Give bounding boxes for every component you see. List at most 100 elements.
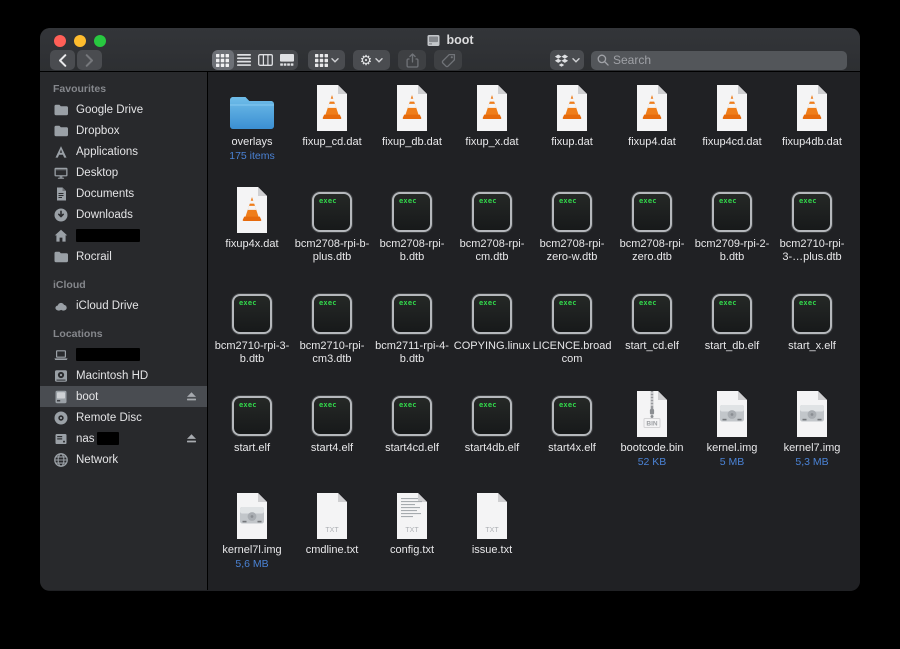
back-button[interactable] [50, 50, 75, 70]
file-item[interactable]: fixup4cd.dat [692, 84, 772, 186]
vlc-file-icon [792, 84, 832, 132]
file-item[interactable]: execstart_db.elf [692, 288, 772, 390]
sidebar-item-downloads[interactable]: Downloads [40, 204, 207, 225]
network-icon [53, 452, 69, 468]
eject-button[interactable] [186, 391, 197, 402]
file-view[interactable]: overlays175 items fixup_cd.dat fixup_db.… [208, 72, 860, 590]
dropbox-menu-button[interactable] [550, 50, 584, 70]
gallery-view-button[interactable] [277, 50, 299, 70]
file-item[interactable]: TXTcmdline.txt [292, 492, 372, 591]
file-item[interactable]: TXTconfig.txt [372, 492, 452, 591]
eject-icon [186, 433, 197, 444]
sidebar-item-rocrail[interactable]: Rocrail [40, 246, 207, 267]
file-size: 5,3 MB [795, 456, 828, 468]
file-item[interactable]: kernel7l.img5,6 MB [212, 492, 292, 591]
file-item[interactable]: execstart4db.elf [452, 390, 532, 492]
sidebar-item-documents[interactable]: Documents [40, 183, 207, 204]
file-name: start_cd.elf [625, 340, 679, 353]
file-item[interactable]: fixup.dat [532, 84, 612, 186]
file-item[interactable]: execLICENCE.broadcom [532, 288, 612, 390]
file-item[interactable]: execstart4cd.elf [372, 390, 452, 492]
column-view-button[interactable] [255, 50, 277, 70]
group-by-button[interactable] [308, 50, 345, 70]
file-name: fixup.dat [551, 136, 593, 149]
file-item[interactable]: execbcm2708-rpi-b-plus.dtb [292, 186, 372, 288]
exec-file-icon: exec [552, 396, 592, 436]
sidebar-item-nas[interactable]: nas [40, 428, 207, 449]
list-view-button[interactable] [234, 50, 256, 70]
sidebar-item-dropbox[interactable]: Dropbox [40, 120, 207, 141]
tag-button[interactable] [434, 50, 462, 70]
file-item[interactable]: kernel7.img5,3 MB [772, 390, 852, 492]
sidebar-item-icloud-drive[interactable]: iCloud Drive [40, 295, 207, 316]
tag-icon [441, 53, 456, 68]
exec-file-icon: exec [392, 192, 432, 232]
file-icon-wrap: exec [312, 390, 352, 438]
file-item[interactable]: execbcm2710-rpi-3-b.dtb [212, 288, 292, 390]
file-item[interactable]: execstart.elf [212, 390, 292, 492]
action-menu-button[interactable]: ⚙ [353, 50, 390, 70]
icon-view-button[interactable] [212, 50, 234, 70]
file-item[interactable]: BINbootcode.bin52 KB [612, 390, 692, 492]
view-mode-segmented-control [212, 50, 298, 70]
redacted-label [76, 348, 140, 361]
sidebar: FavouritesGoogle DriveDropboxApplication… [40, 72, 208, 590]
sidebar-item-network[interactable]: Network [40, 449, 207, 470]
exec-file-icon: exec [232, 294, 272, 334]
proxy-drive-icon[interactable] [426, 34, 441, 47]
file-item[interactable]: fixup4.dat [612, 84, 692, 186]
search-input[interactable] [613, 53, 841, 67]
file-icon-wrap [552, 84, 592, 132]
file-item[interactable]: execbcm2709-rpi-2-b.dtb [692, 186, 772, 288]
file-item[interactable]: fixup_cd.dat [292, 84, 372, 186]
file-item[interactable]: fixup_db.dat [372, 84, 452, 186]
file-name: kernel.img [707, 442, 758, 455]
file-item[interactable]: fixup4db.dat [772, 84, 852, 186]
vlc-file-icon [632, 84, 672, 132]
internal-drive-icon [53, 368, 69, 384]
column-view-icon [258, 54, 273, 66]
file-name: COPYING.linux [454, 340, 530, 353]
sidebar-item-redacted[interactable] [40, 225, 207, 246]
file-name: fixup4x.dat [225, 238, 278, 251]
file-item[interactable]: execstart_x.elf [772, 288, 852, 390]
file-item[interactable]: execstart_cd.elf [612, 288, 692, 390]
file-item[interactable]: overlays175 items [212, 84, 292, 186]
sidebar-item-google-drive[interactable]: Google Drive [40, 99, 207, 120]
disc-icon [53, 410, 69, 426]
sidebar-item-desktop[interactable]: Desktop [40, 162, 207, 183]
sidebar-item-remote-disc[interactable]: Remote Disc [40, 407, 207, 428]
share-button[interactable] [398, 50, 426, 70]
file-item[interactable]: execbcm2708-rpi-cm.dtb [452, 186, 532, 288]
eject-icon [186, 391, 197, 402]
file-item[interactable]: execCOPYING.linux [452, 288, 532, 390]
sidebar-item-label: Desktop [76, 167, 118, 179]
file-item[interactable]: fixup_x.dat [452, 84, 532, 186]
titlebar[interactable]: boot [40, 28, 860, 48]
sidebar-item-applications[interactable]: Applications [40, 141, 207, 162]
sidebar-item-redacted[interactable] [40, 344, 207, 365]
sidebar-item-macintosh-hd[interactable]: Macintosh HD [40, 365, 207, 386]
exec-file-icon: exec [232, 396, 272, 436]
search-field[interactable] [591, 51, 847, 70]
file-icon-wrap: TXT [312, 492, 352, 540]
forward-button[interactable] [77, 50, 102, 70]
file-item[interactable]: execbcm2708-rpi-zero.dtb [612, 186, 692, 288]
file-icon-wrap: exec [792, 288, 832, 336]
file-item[interactable]: execstart4.elf [292, 390, 372, 492]
file-item[interactable]: execbcm2711-rpi-4-b.dtb [372, 288, 452, 390]
text-file-icon: TXT [472, 492, 512, 540]
file-item[interactable]: execstart4x.elf [532, 390, 612, 492]
file-item[interactable]: execbcm2710-rpi-cm3.dtb [292, 288, 372, 390]
file-item[interactable]: execbcm2708-rpi-zero-w.dtb [532, 186, 612, 288]
sidebar-item-boot[interactable]: boot [40, 386, 207, 407]
file-item[interactable]: kernel.img5 MB [692, 390, 772, 492]
file-icon-wrap: exec [232, 390, 272, 438]
file-icon-wrap: exec [712, 288, 752, 336]
share-icon [406, 53, 419, 68]
eject-button[interactable] [186, 433, 197, 444]
file-item[interactable]: execbcm2708-rpi-b.dtb [372, 186, 452, 288]
file-item[interactable]: execbcm2710-rpi-3-…plus.dtb [772, 186, 852, 288]
file-item[interactable]: fixup4x.dat [212, 186, 292, 288]
file-item[interactable]: TXTissue.txt [452, 492, 532, 591]
